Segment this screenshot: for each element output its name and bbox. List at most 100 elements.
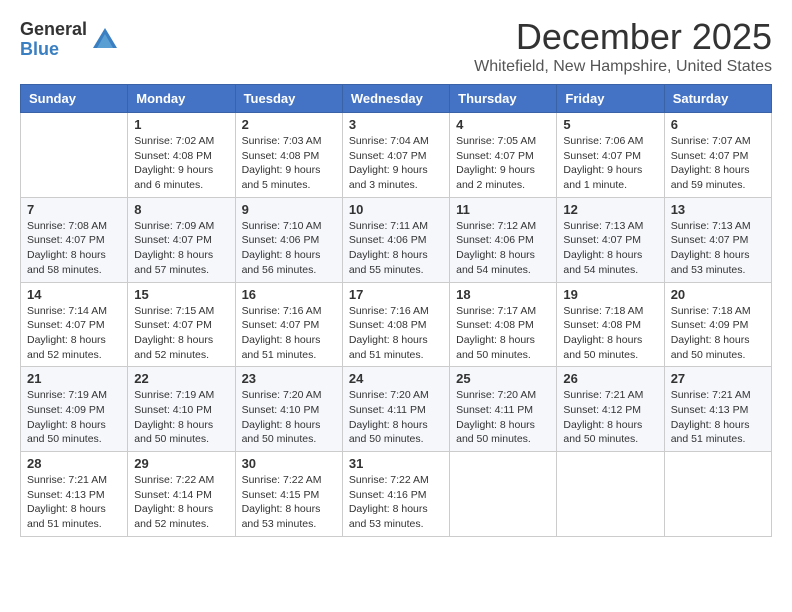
calendar-cell <box>21 113 128 198</box>
day-info: Sunrise: 7:16 AM Sunset: 4:08 PM Dayligh… <box>349 304 443 363</box>
day-info: Sunrise: 7:09 AM Sunset: 4:07 PM Dayligh… <box>134 219 228 278</box>
day-number: 11 <box>456 202 550 217</box>
day-info: Sunrise: 7:06 AM Sunset: 4:07 PM Dayligh… <box>563 134 657 193</box>
day-number: 20 <box>671 287 765 302</box>
day-info: Sunrise: 7:15 AM Sunset: 4:07 PM Dayligh… <box>134 304 228 363</box>
day-number: 10 <box>349 202 443 217</box>
day-number: 31 <box>349 456 443 471</box>
calendar-cell: 28 Sunrise: 7:21 AM Sunset: 4:13 PM Dayli… <box>21 452 128 537</box>
day-info: Sunrise: 7:21 AM Sunset: 4:13 PM Dayligh… <box>27 473 121 532</box>
logo-icon <box>91 26 119 54</box>
calendar-cell: 2 Sunrise: 7:03 AM Sunset: 4:08 PM Daylig… <box>235 113 342 198</box>
day-info: Sunrise: 7:21 AM Sunset: 4:13 PM Dayligh… <box>671 388 765 447</box>
day-info: Sunrise: 7:11 AM Sunset: 4:06 PM Dayligh… <box>349 219 443 278</box>
day-info: Sunrise: 7:03 AM Sunset: 4:08 PM Dayligh… <box>242 134 336 193</box>
day-info: Sunrise: 7:22 AM Sunset: 4:14 PM Dayligh… <box>134 473 228 532</box>
calendar-cell: 21 Sunrise: 7:19 AM Sunset: 4:09 PM Dayli… <box>21 367 128 452</box>
calendar-cell: 17Sunrise: 7:16 AM Sunset: 4:08 PM Dayli… <box>342 282 449 367</box>
calendar-cell <box>664 452 771 537</box>
day-info: Sunrise: 7:21 AM Sunset: 4:12 PM Dayligh… <box>563 388 657 447</box>
day-number: 22 <box>134 371 228 386</box>
calendar-week-row: 14 Sunrise: 7:14 AM Sunset: 4:07 PM Dayli… <box>21 282 772 367</box>
day-number: 16 <box>242 287 336 302</box>
day-number: 24 <box>349 371 443 386</box>
day-number: 9 <box>242 202 336 217</box>
weekday-header: Friday <box>557 85 664 113</box>
calendar-cell <box>450 452 557 537</box>
location-title: Whitefield, New Hampshire, United States <box>474 58 772 76</box>
day-info: Sunrise: 7:19 AM Sunset: 4:09 PM Dayligh… <box>27 388 121 447</box>
calendar-cell <box>557 452 664 537</box>
calendar-week-row: 28 Sunrise: 7:21 AM Sunset: 4:13 PM Dayli… <box>21 452 772 537</box>
day-info: Sunrise: 7:16 AM Sunset: 4:07 PM Dayligh… <box>242 304 336 363</box>
calendar-cell: 7 Sunrise: 7:08 AM Sunset: 4:07 PM Daylig… <box>21 197 128 282</box>
weekday-header-row: SundayMondayTuesdayWednesdayThursdayFrid… <box>21 85 772 113</box>
calendar-cell: 15 Sunrise: 7:15 AM Sunset: 4:07 PM Dayli… <box>128 282 235 367</box>
day-info: Sunrise: 7:02 AM Sunset: 4:08 PM Dayligh… <box>134 134 228 193</box>
calendar-cell: 30Sunrise: 7:22 AM Sunset: 4:15 PM Dayli… <box>235 452 342 537</box>
day-number: 26 <box>563 371 657 386</box>
calendar-cell: 9 Sunrise: 7:10 AM Sunset: 4:06 PM Daylig… <box>235 197 342 282</box>
calendar-cell: 16 Sunrise: 7:16 AM Sunset: 4:07 PM Dayli… <box>235 282 342 367</box>
calendar-week-row: 1 Sunrise: 7:02 AM Sunset: 4:08 PM Daylig… <box>21 113 772 198</box>
day-number: 29 <box>134 456 228 471</box>
header: General Blue December 2025 Whitefield, N… <box>20 16 772 76</box>
day-info: Sunrise: 7:18 AM Sunset: 4:09 PM Dayligh… <box>671 304 765 363</box>
calendar-cell: 1 Sunrise: 7:02 AM Sunset: 4:08 PM Daylig… <box>128 113 235 198</box>
logo-blue-text: Blue <box>20 40 87 60</box>
calendar-cell: 27 Sunrise: 7:21 AM Sunset: 4:13 PM Dayli… <box>664 367 771 452</box>
day-number: 19 <box>563 287 657 302</box>
day-info: Sunrise: 7:20 AM Sunset: 4:11 PM Dayligh… <box>349 388 443 447</box>
calendar-cell: 22 Sunrise: 7:19 AM Sunset: 4:10 PM Dayli… <box>128 367 235 452</box>
calendar-cell: 14 Sunrise: 7:14 AM Sunset: 4:07 PM Dayli… <box>21 282 128 367</box>
calendar-cell: 18 Sunrise: 7:17 AM Sunset: 4:08 PM Dayli… <box>450 282 557 367</box>
calendar-week-row: 21 Sunrise: 7:19 AM Sunset: 4:09 PM Dayli… <box>21 367 772 452</box>
calendar-cell: 8Sunrise: 7:09 AM Sunset: 4:07 PM Daylig… <box>128 197 235 282</box>
day-info: Sunrise: 7:07 AM Sunset: 4:07 PM Dayligh… <box>671 134 765 193</box>
logo: General Blue <box>20 20 119 60</box>
day-number: 15 <box>134 287 228 302</box>
calendar-cell: 10 Sunrise: 7:11 AM Sunset: 4:06 PM Dayli… <box>342 197 449 282</box>
day-number: 7 <box>27 202 121 217</box>
day-number: 18 <box>456 287 550 302</box>
day-info: Sunrise: 7:20 AM Sunset: 4:11 PM Dayligh… <box>456 388 550 447</box>
day-info: Sunrise: 7:10 AM Sunset: 4:06 PM Dayligh… <box>242 219 336 278</box>
day-info: Sunrise: 7:13 AM Sunset: 4:07 PM Dayligh… <box>563 219 657 278</box>
day-info: Sunrise: 7:12 AM Sunset: 4:06 PM Dayligh… <box>456 219 550 278</box>
day-info: Sunrise: 7:04 AM Sunset: 4:07 PM Dayligh… <box>349 134 443 193</box>
day-number: 14 <box>27 287 121 302</box>
weekday-header: Monday <box>128 85 235 113</box>
day-number: 6 <box>671 117 765 132</box>
day-info: Sunrise: 7:22 AM Sunset: 4:16 PM Dayligh… <box>349 473 443 532</box>
day-info: Sunrise: 7:05 AM Sunset: 4:07 PM Dayligh… <box>456 134 550 193</box>
calendar-cell: 3 Sunrise: 7:04 AM Sunset: 4:07 PM Daylig… <box>342 113 449 198</box>
calendar-cell: 19Sunrise: 7:18 AM Sunset: 4:08 PM Dayli… <box>557 282 664 367</box>
calendar-cell: 4 Sunrise: 7:05 AM Sunset: 4:07 PM Daylig… <box>450 113 557 198</box>
weekday-header: Wednesday <box>342 85 449 113</box>
day-number: 27 <box>671 371 765 386</box>
day-number: 28 <box>27 456 121 471</box>
day-info: Sunrise: 7:22 AM Sunset: 4:15 PM Dayligh… <box>242 473 336 532</box>
logo-general-text: General <box>20 20 87 40</box>
calendar-cell: 20 Sunrise: 7:18 AM Sunset: 4:09 PM Dayli… <box>664 282 771 367</box>
day-number: 2 <box>242 117 336 132</box>
weekday-header: Thursday <box>450 85 557 113</box>
weekday-header: Sunday <box>21 85 128 113</box>
day-number: 3 <box>349 117 443 132</box>
day-info: Sunrise: 7:19 AM Sunset: 4:10 PM Dayligh… <box>134 388 228 447</box>
title-area: December 2025 Whitefield, New Hampshire,… <box>474 16 772 76</box>
calendar-cell: 6 Sunrise: 7:07 AM Sunset: 4:07 PM Daylig… <box>664 113 771 198</box>
day-info: Sunrise: 7:14 AM Sunset: 4:07 PM Dayligh… <box>27 304 121 363</box>
day-number: 21 <box>27 371 121 386</box>
day-number: 1 <box>134 117 228 132</box>
calendar-cell: 29 Sunrise: 7:22 AM Sunset: 4:14 PM Dayli… <box>128 452 235 537</box>
day-info: Sunrise: 7:08 AM Sunset: 4:07 PM Dayligh… <box>27 219 121 278</box>
calendar-cell: 13Sunrise: 7:13 AM Sunset: 4:07 PM Dayli… <box>664 197 771 282</box>
day-info: Sunrise: 7:17 AM Sunset: 4:08 PM Dayligh… <box>456 304 550 363</box>
calendar-cell: 12Sunrise: 7:13 AM Sunset: 4:07 PM Dayli… <box>557 197 664 282</box>
day-info: Sunrise: 7:13 AM Sunset: 4:07 PM Dayligh… <box>671 219 765 278</box>
calendar-table: SundayMondayTuesdayWednesdayThursdayFrid… <box>20 84 772 537</box>
calendar-cell: 5 Sunrise: 7:06 AM Sunset: 4:07 PM Daylig… <box>557 113 664 198</box>
day-number: 4 <box>456 117 550 132</box>
day-number: 5 <box>563 117 657 132</box>
